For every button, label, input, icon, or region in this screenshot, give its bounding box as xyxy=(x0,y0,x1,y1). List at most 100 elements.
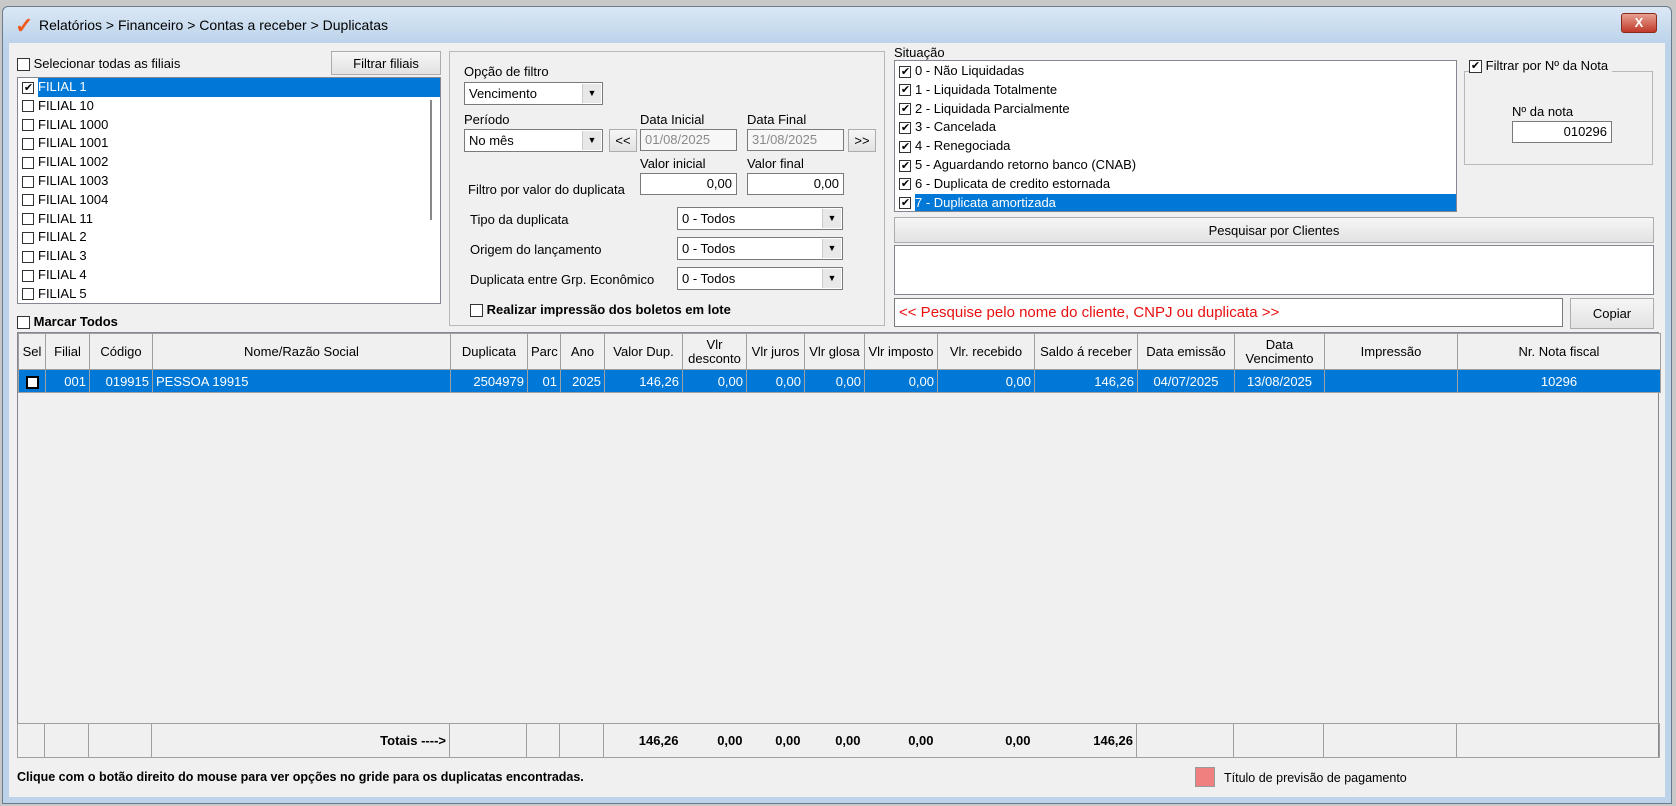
filial-item[interactable]: FILIAL 3 xyxy=(18,247,440,266)
filial-checkbox[interactable] xyxy=(22,269,34,282)
column-header[interactable]: Data Vencimento xyxy=(1234,333,1325,370)
situacao-item[interactable]: 4 - Renegociada xyxy=(895,137,1456,156)
filiais-scrollbar[interactable] xyxy=(430,100,432,220)
filial-checkbox[interactable] xyxy=(22,100,34,113)
column-header[interactable]: Data emissão xyxy=(1137,333,1235,370)
column-header[interactable]: Sel xyxy=(18,333,46,370)
filial-checkbox[interactable] xyxy=(22,213,34,226)
filial-item[interactable]: FILIAL 2 xyxy=(18,228,440,247)
tipo-select[interactable]: 0 - Todos ▼ xyxy=(677,207,843,230)
column-header[interactable]: Ano xyxy=(560,333,605,370)
mark-all[interactable]: Marcar Todos xyxy=(17,314,118,330)
cliente-search-input[interactable] xyxy=(894,298,1563,327)
table-row[interactable]: 001 019915 PESSOA 19915 2504979 01 2025 146,26… xyxy=(18,369,1661,393)
clientes-list[interactable] xyxy=(894,245,1654,295)
prev-period-button[interactable]: << xyxy=(609,129,637,152)
situacao-label: 6 - Duplicata de credito estornada xyxy=(915,175,1111,191)
filial-checkbox[interactable] xyxy=(22,288,34,301)
filter-nota-option[interactable]: Filtrar por Nº da Nota xyxy=(1469,58,1613,74)
mark-all-checkbox[interactable] xyxy=(17,316,30,330)
situacao-item[interactable]: 5 - Aguardando retorno banco (CNAB) xyxy=(895,156,1456,175)
filial-item[interactable]: FILIAL 11 xyxy=(18,210,440,229)
filial-checkbox[interactable] xyxy=(22,81,34,94)
situacao-item[interactable]: 1 - Liquidada Totalmente xyxy=(895,81,1456,100)
column-header[interactable]: Nr. Nota fiscal xyxy=(1457,333,1661,370)
grp-select[interactable]: 0 - Todos ▼ xyxy=(677,267,843,290)
column-header[interactable]: Parc xyxy=(527,333,561,370)
filial-item[interactable]: FILIAL 1 xyxy=(18,78,440,97)
column-header[interactable]: Vlr imposto xyxy=(864,333,938,370)
column-header[interactable]: Valor Dup. xyxy=(604,333,683,370)
situacao-item[interactable]: 7 - Duplicata amortizada xyxy=(895,193,1456,211)
column-header[interactable]: Vlr. recebido xyxy=(937,333,1035,370)
window-title: Relatórios > Financeiro > Contas a receb… xyxy=(39,17,389,33)
situacao-list[interactable]: 0 - Não Liquidadas 1 - Liquidada Totalmen… xyxy=(894,60,1457,212)
filial-checkbox[interactable] xyxy=(22,231,34,244)
situacao-item[interactable]: 6 - Duplicata de credito estornada xyxy=(895,175,1456,194)
filial-item[interactable]: FILIAL 1000 xyxy=(18,116,440,135)
lote-option[interactable]: Realizar impressão dos boletos em lote xyxy=(470,302,731,318)
filial-item[interactable]: FILIAL 1001 xyxy=(18,134,440,153)
situacao-checkbox[interactable] xyxy=(899,178,911,191)
situacao-item[interactable]: 3 - Cancelada xyxy=(895,118,1456,137)
situacao-checkbox[interactable] xyxy=(899,65,911,78)
column-header[interactable]: Vlr glosa xyxy=(804,333,865,370)
filial-checkbox[interactable] xyxy=(22,194,34,207)
filial-checkbox[interactable] xyxy=(22,119,34,132)
select-all-filiais[interactable]: Selecionar todas as filiais xyxy=(17,56,180,72)
opcao-filtro-label: Opção de filtro xyxy=(464,64,549,79)
filial-checkbox[interactable] xyxy=(22,175,34,188)
duplicatas-grid[interactable]: Sel Filial Código Nome/Razão Social Duplicat… xyxy=(17,332,1661,758)
column-header[interactable]: Vlr desconto xyxy=(682,333,747,370)
filter-nota-checkbox[interactable] xyxy=(1469,60,1482,74)
pesquisar-clientes-button[interactable]: Pesquisar por Clientes xyxy=(894,217,1654,243)
filiais-list[interactable]: FILIAL 1FILIAL 10 FILIAL 1000 FILIAL 1001 F… xyxy=(17,77,441,304)
filtrar-filiais-button[interactable]: Filtrar filiais xyxy=(331,51,441,75)
column-header[interactable]: Saldo á receber xyxy=(1034,333,1138,370)
filial-item[interactable]: FILIAL 1003 xyxy=(18,172,440,191)
next-period-button[interactable]: >> xyxy=(848,129,876,152)
grp-label: Duplicata entre Grp. Econômico xyxy=(470,272,655,287)
situacao-checkbox[interactable] xyxy=(899,197,911,210)
total-value: 0,00 xyxy=(745,723,804,758)
situacao-checkbox[interactable] xyxy=(899,159,911,172)
filial-item[interactable]: FILIAL 4 xyxy=(18,266,440,285)
column-header[interactable]: Filial xyxy=(45,333,90,370)
column-header[interactable]: Nome/Razão Social xyxy=(152,333,451,370)
copiar-button[interactable]: Copiar xyxy=(1570,298,1654,329)
nota-input[interactable]: 010296 xyxy=(1512,121,1612,143)
column-header[interactable]: Código xyxy=(89,333,153,370)
filial-item[interactable]: FILIAL 5 xyxy=(18,285,440,303)
close-button[interactable]: X xyxy=(1621,13,1657,33)
data-final-input[interactable]: 31/08/2025 xyxy=(747,129,844,151)
situacao-checkbox[interactable] xyxy=(899,121,911,134)
totals-cell xyxy=(1456,723,1660,758)
valor-final-input[interactable]: 0,00 xyxy=(747,173,844,195)
row-select-checkbox[interactable] xyxy=(25,375,39,389)
periodo-select[interactable]: No mês ▼ xyxy=(464,129,603,152)
situacao-item[interactable]: 0 - Não Liquidadas xyxy=(895,62,1456,81)
situacao-checkbox[interactable] xyxy=(899,84,911,97)
lote-checkbox[interactable] xyxy=(470,304,483,318)
situacao-label: 5 - Aguardando retorno banco (CNAB) xyxy=(915,156,1137,172)
data-inicial-input[interactable]: 01/08/2025 xyxy=(640,129,737,151)
situacao-checkbox[interactable] xyxy=(899,103,911,116)
column-header[interactable]: Impressão xyxy=(1324,333,1458,370)
origem-select[interactable]: 0 - Todos ▼ xyxy=(677,237,843,260)
situacao-checkbox[interactable] xyxy=(899,140,911,153)
chevron-down-icon: ▼ xyxy=(822,269,841,288)
valor-inicial-input[interactable]: 0,00 xyxy=(640,173,737,195)
select-all-checkbox[interactable] xyxy=(17,58,30,72)
filial-checkbox[interactable] xyxy=(22,250,34,263)
filial-checkbox[interactable] xyxy=(22,156,34,169)
column-header[interactable]: Duplicata xyxy=(450,333,528,370)
column-header[interactable]: Vlr juros xyxy=(746,333,805,370)
filial-item[interactable]: FILIAL 1004 xyxy=(18,191,440,210)
situacao-label: 4 - Renegociada xyxy=(915,138,1011,154)
legend-label: Título de previsão de pagamento xyxy=(1224,771,1407,785)
opcao-filtro-select[interactable]: Vencimento ▼ xyxy=(464,82,603,105)
filial-item[interactable]: FILIAL 1002 xyxy=(18,153,440,172)
situacao-item[interactable]: 2 - Liquidada Parcialmente xyxy=(895,100,1456,119)
filial-checkbox[interactable] xyxy=(22,137,34,150)
filial-item[interactable]: FILIAL 10 xyxy=(18,97,440,116)
